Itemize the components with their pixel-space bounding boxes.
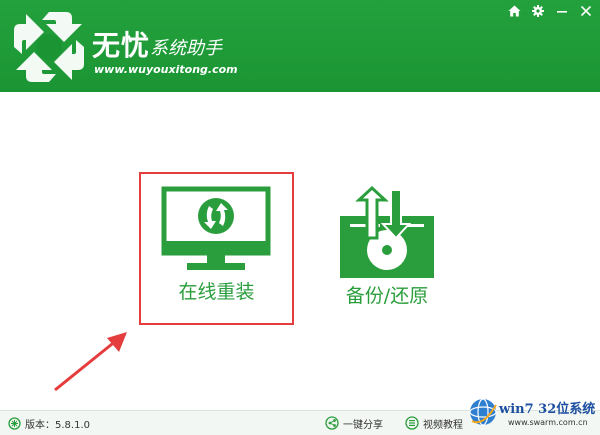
minimize-icon (557, 11, 567, 13)
app-title: 无忧 (92, 29, 151, 62)
video-tutorial-button[interactable]: 视频教程 (405, 415, 463, 431)
globe-icon (469, 398, 497, 426)
app-logo-icon (14, 12, 84, 82)
online-reinstall-tile[interactable]: 在线重装 (139, 172, 294, 325)
main-content: 在线重装 备份/还原 (0, 92, 600, 410)
pointer-arrow (54, 332, 127, 392)
online-reinstall-label: 在线重装 (178, 281, 255, 303)
app-url: www.wuyouxitong.com (94, 63, 238, 76)
home-button[interactable] (506, 3, 522, 19)
header-bar[interactable]: 无忧 系统助手 www.wuyouxitong.com (0, 0, 600, 92)
close-button[interactable] (578, 3, 594, 19)
version-icon (8, 416, 21, 430)
share-icon (325, 416, 339, 430)
watermark-url: www.swarm.com.cn (508, 418, 588, 427)
watermark-text: win7 32位系统 (499, 402, 596, 417)
home-icon (508, 5, 520, 17)
version-text: 版本：5.8.1.0 (25, 419, 90, 431)
settings-button[interactable] (530, 3, 546, 19)
app-subtitle: 系统助手 (150, 38, 222, 59)
site-watermark: win7 32位系统 www.swarm.com.cn (466, 393, 596, 435)
backup-restore-label: 备份/还原 (345, 285, 429, 307)
monitor-refresh-icon (161, 186, 271, 270)
version-info: 版本：5.8.1.0 (8, 415, 90, 431)
gear-icon (532, 5, 544, 17)
minimize-button[interactable] (554, 3, 570, 19)
app-window: 无忧 系统助手 www.wuyouxitong.com 在线重装 备份/还原 版… (0, 0, 600, 435)
video-icon (405, 416, 419, 430)
share-button[interactable]: 一键分享 (325, 415, 383, 431)
share-label: 一键分享 (343, 419, 383, 431)
backup-restore-icon (340, 186, 434, 278)
window-controls (506, 3, 594, 19)
backup-restore-tile[interactable]: 备份/还原 (322, 182, 452, 322)
video-label: 视频教程 (423, 419, 463, 431)
close-icon (580, 5, 592, 17)
